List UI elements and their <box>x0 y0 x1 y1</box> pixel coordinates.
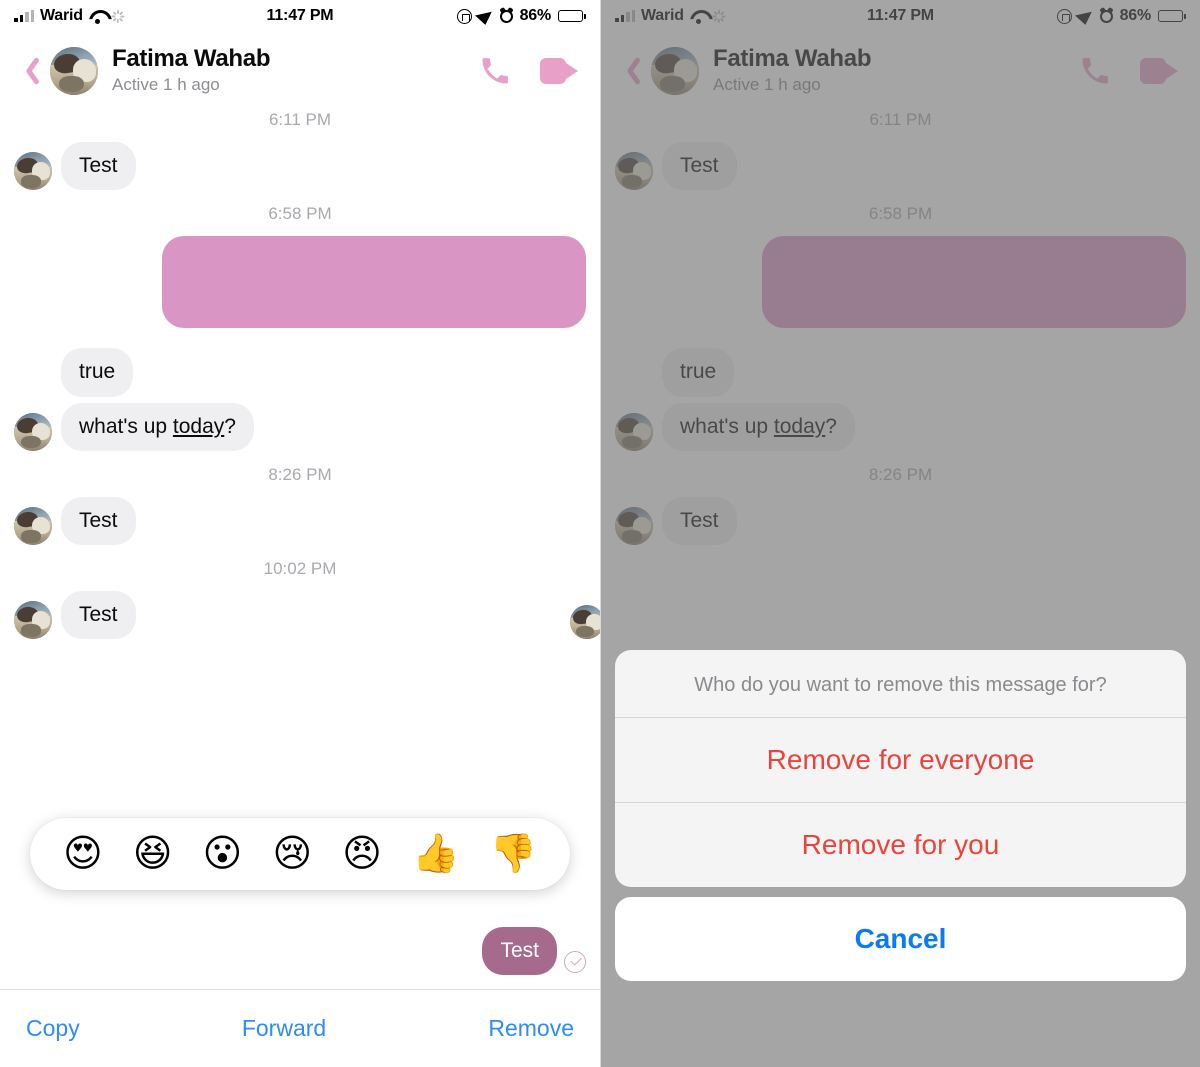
message-row[interactable]: Test <box>14 496 586 545</box>
sent-status-icon <box>564 951 586 973</box>
timestamp: 6:11 PM <box>268 110 332 129</box>
remove-for-you-button[interactable]: Remove for you <box>615 802 1186 887</box>
timestamp: 10:02 PM <box>263 559 337 578</box>
location-arrow-icon <box>474 7 497 25</box>
video-camera-icon[interactable] <box>540 58 578 84</box>
message-bubble[interactable]: true <box>61 348 134 397</box>
action-sheet-title: Who do you want to remove this message f… <box>615 650 1186 718</box>
active-status: Active 1 h ago <box>112 75 220 95</box>
sent-message-row[interactable]: Test <box>482 926 586 975</box>
panel-left-message-actions: Warid 11:47 PM 86% Fatima Wahab Active 1… <box>0 0 600 1067</box>
cancel-button[interactable]: Cancel <box>615 897 1186 981</box>
avatar <box>14 152 52 191</box>
reaction-picker-bar[interactable]: 😍 😆 😮 😢 😠 👍 👎 <box>30 818 570 890</box>
thumbs-up-reaction[interactable]: 👍 <box>412 835 459 873</box>
phone-icon[interactable] <box>480 56 510 86</box>
message-row[interactable]: Test <box>14 142 586 191</box>
remove-for-everyone-button[interactable]: Remove for everyone <box>615 718 1186 802</box>
message-row-selected[interactable]: Test <box>14 591 600 640</box>
read-receipt-avatar <box>570 605 600 640</box>
contact-name: Fatima Wahab <box>112 45 271 73</box>
message-thread[interactable]: 6:11 PM Test 6:58 PM true what's up toda <box>0 110 600 1067</box>
wow-reaction[interactable]: 😮 <box>203 835 243 873</box>
signal-bars-icon <box>14 10 34 22</box>
alarm-icon <box>499 9 513 23</box>
remove-button[interactable]: Remove <box>488 1015 574 1042</box>
message-text-prefix: what's up <box>79 414 173 438</box>
rotation-lock-icon <box>456 8 472 24</box>
two-panel-comparison: Warid 11:47 PM 86% Fatima Wahab Active 1… <box>0 0 1200 1067</box>
sent-message-bubble[interactable]: Test <box>482 926 557 975</box>
redacted-message-bubble[interactable] <box>162 236 586 329</box>
action-sheet-group: Who do you want to remove this message f… <box>615 650 1186 887</box>
avatar <box>14 507 52 545</box>
sad-reaction[interactable]: 😢 <box>272 835 312 873</box>
message-bubble[interactable]: Test <box>61 142 136 191</box>
avatar <box>14 412 52 451</box>
back-chevron-icon[interactable] <box>16 51 42 91</box>
remove-action-sheet: Who do you want to remove this message f… <box>615 650 1186 981</box>
message-bubble[interactable]: Test <box>61 591 136 640</box>
message-bubble[interactable]: what's up today? <box>61 402 254 451</box>
heart-eyes-reaction[interactable]: 😍 <box>63 835 103 873</box>
spinner-icon <box>111 9 125 23</box>
status-bar: Warid 11:47 PM 86% <box>0 0 600 32</box>
battery-percent-label: 86% <box>519 7 552 24</box>
contact-avatar[interactable] <box>50 47 98 95</box>
message-row[interactable]: true <box>14 348 586 397</box>
status-bar-left: Warid <box>14 7 125 25</box>
conversation-header: Fatima Wahab Active 1 h ago <box>0 32 600 110</box>
message-row[interactable] <box>14 236 586 329</box>
contact-info[interactable]: Fatima Wahab Active 1 h ago <box>112 45 271 95</box>
thumbs-down-reaction[interactable]: 👎 <box>490 835 537 873</box>
timestamp: 8:26 PM <box>268 464 332 484</box>
message-text-suffix: ? <box>224 414 236 438</box>
timestamp: 6:58 PM <box>268 204 332 224</box>
forward-button[interactable]: Forward <box>242 1015 326 1042</box>
status-bar-right: 86% <box>456 7 586 25</box>
laughing-reaction[interactable]: 😆 <box>133 835 173 873</box>
message-bubble[interactable]: Test <box>61 496 136 545</box>
wifi-icon <box>89 10 106 24</box>
battery-icon <box>558 10 586 22</box>
angry-reaction[interactable]: 😠 <box>342 835 382 873</box>
avatar <box>14 601 52 640</box>
message-row[interactable]: what's up today? <box>14 402 586 451</box>
message-link[interactable]: today <box>173 415 224 438</box>
carrier-label: Warid <box>40 7 83 24</box>
header-actions <box>480 56 584 86</box>
copy-button[interactable]: Copy <box>26 1015 80 1042</box>
message-action-bar: Copy Forward Remove <box>0 989 600 1067</box>
panel-right-remove-dialog: Warid 11:47 PM 86% <box>600 0 1200 1067</box>
